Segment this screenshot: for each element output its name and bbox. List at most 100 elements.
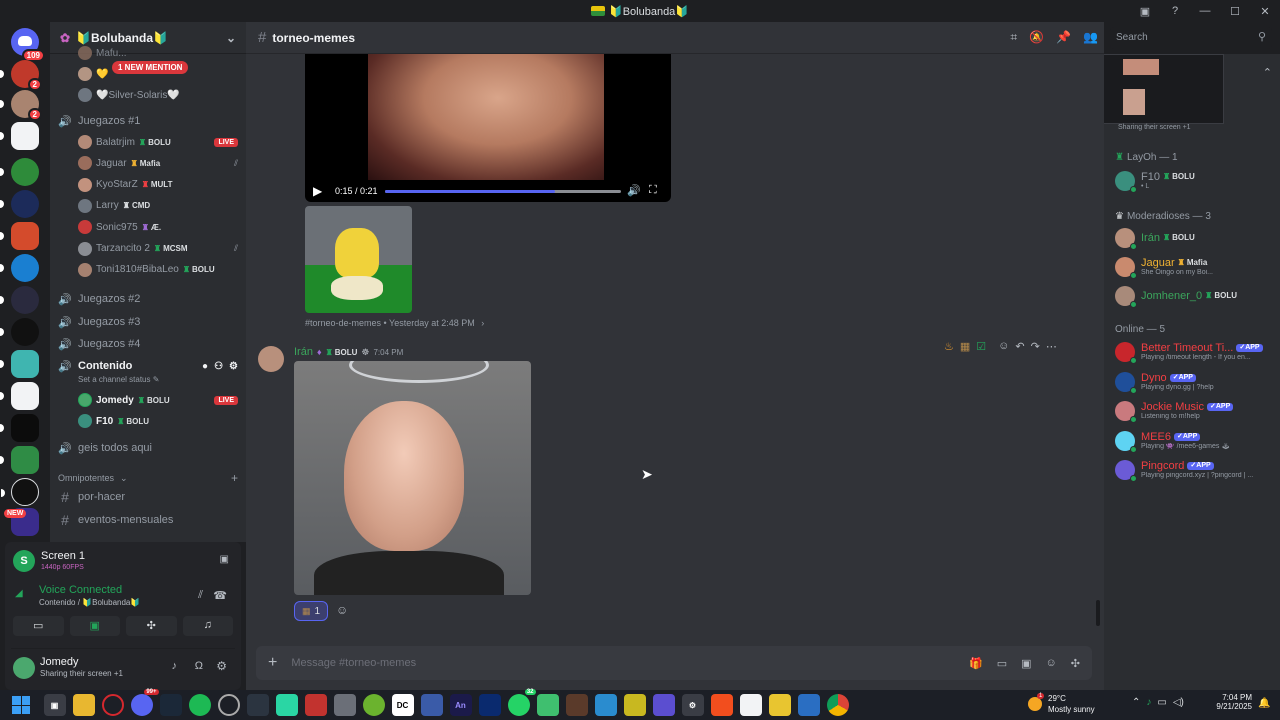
- app-icon[interactable]: [797, 694, 820, 716]
- opera-icon[interactable]: [101, 694, 124, 716]
- home-button[interactable]: 109: [11, 28, 45, 62]
- task-view-icon[interactable]: ▣: [43, 694, 66, 716]
- member-item[interactable]: F10 ♜ BOLU • L: [1115, 168, 1274, 194]
- voice-channel-geis[interactable]: 🔊 geis todos aqui: [58, 438, 238, 458]
- app-icon[interactable]: [246, 694, 269, 716]
- app-icon[interactable]: [304, 694, 327, 716]
- camera-icon[interactable]: ▭: [13, 616, 64, 636]
- member-item[interactable]: MEE6 ✓APP Playing 👾 /mee6-games 🕹: [1115, 428, 1274, 454]
- emoji-icon[interactable]: ☺: [1046, 657, 1057, 670]
- chat-icon[interactable]: ●: [202, 361, 208, 372]
- activities-icon[interactable]: ✣: [126, 616, 177, 636]
- image-attachment[interactable]: [294, 361, 531, 595]
- notifications-icon[interactable]: 🔕: [1029, 30, 1044, 45]
- threads-icon[interactable]: ⌗: [1010, 30, 1017, 45]
- server-icon[interactable]: [0, 190, 39, 218]
- app-icon[interactable]: [420, 694, 443, 716]
- voice-user[interactable]: Tarzancito 2 ♜ MCSM ⫽: [78, 240, 238, 258]
- gear-icon[interactable]: ⚙: [229, 361, 238, 372]
- server-icon[interactable]: [0, 318, 39, 346]
- scrollbar[interactable]: [1096, 600, 1100, 626]
- avatar[interactable]: [258, 346, 284, 372]
- volume-icon[interactable]: ◁): [1173, 697, 1184, 708]
- reaction-chip[interactable]: ▦ 1: [294, 601, 328, 621]
- voice-channel-contenido[interactable]: 🔊 Contenido ● ⚇ ⚙: [58, 356, 238, 376]
- member-list-icon[interactable]: 👥: [1083, 30, 1098, 45]
- search-input[interactable]: Search ⚲: [1110, 27, 1272, 49]
- app-icon[interactable]: [333, 694, 356, 716]
- app-icon[interactable]: [623, 694, 646, 716]
- voice-user[interactable]: Sonic975 ♜ Æ.: [78, 218, 238, 236]
- spotify-icon[interactable]: [188, 694, 211, 716]
- chrome-icon[interactable]: [826, 694, 849, 716]
- image-attachment[interactable]: [305, 206, 412, 313]
- play-icon[interactable]: ▶: [313, 184, 322, 198]
- server-icon[interactable]: [0, 414, 39, 442]
- invite-icon[interactable]: ⚇: [214, 361, 223, 372]
- gear-icon[interactable]: ⚙: [216, 659, 227, 673]
- gif-icon[interactable]: ▭: [997, 657, 1007, 670]
- maximize-button[interactable]: ☐: [1220, 5, 1250, 18]
- add-reaction-icon[interactable]: ☺: [336, 603, 348, 617]
- chevron-down-icon[interactable]: ⌄: [226, 31, 236, 45]
- clock[interactable]: 7:04 PM 9/21/2025: [1212, 693, 1252, 711]
- app-icon[interactable]: [565, 694, 588, 716]
- voice-channel-juegazos-2[interactable]: 🔊 Juegazos #2: [58, 289, 238, 309]
- server-icon[interactable]: [0, 382, 39, 410]
- settings-icon[interactable]: ⚙: [681, 694, 704, 716]
- help-icon[interactable]: ?: [1160, 5, 1190, 17]
- voice-channel-juegazos-4[interactable]: 🔊 Juegazos #4: [58, 334, 238, 354]
- weather-widget[interactable]: 1 29°C Mostly sunny: [1028, 693, 1108, 717]
- inbox-icon[interactable]: ▣: [1130, 5, 1160, 18]
- message-author[interactable]: Irán: [294, 346, 313, 358]
- server-icon[interactable]: [0, 350, 39, 378]
- figma-icon[interactable]: [710, 694, 733, 716]
- add-channel-icon[interactable]: +: [231, 471, 238, 485]
- app-icon[interactable]: [652, 694, 675, 716]
- voice-user[interactable]: Jaguar ♜ Mafia ⫽: [78, 154, 238, 172]
- app-icon[interactable]: [536, 694, 559, 716]
- message-composer[interactable]: + Message #torneo-memes 🎁 ▭ ▣ ☺ ✣: [256, 646, 1092, 680]
- category-omnipotentes[interactable]: Omnipotentes ⌄ +: [58, 468, 238, 488]
- voice-user[interactable]: F10 ♜ BOLU: [78, 412, 238, 430]
- voice-connected-text[interactable]: Voice Connected: [39, 584, 122, 596]
- soundboard-icon[interactable]: ♫: [182, 616, 233, 636]
- voice-user[interactable]: Mafu...: [78, 44, 238, 62]
- volume-icon[interactable]: 🔊: [627, 184, 641, 197]
- pin-icon[interactable]: 📌: [1056, 30, 1071, 45]
- notepad-icon[interactable]: [739, 694, 762, 716]
- text-channel-eventos-mensuales[interactable]: # eventos-mensuales: [58, 510, 238, 530]
- stream-preview[interactable]: [1104, 54, 1224, 124]
- new-mention-pill[interactable]: 1 NEW MENTION: [112, 61, 189, 74]
- voice-user[interactable]: 🤍Silver-Solaris🤍: [78, 86, 238, 104]
- server-icon[interactable]: [0, 222, 39, 250]
- server-icon[interactable]: 2: [0, 60, 42, 91]
- app-icon[interactable]: [362, 694, 385, 716]
- animate-icon[interactable]: An: [449, 694, 472, 716]
- avatar[interactable]: [13, 657, 35, 679]
- fullscreen-icon[interactable]: ⛶: [649, 184, 657, 197]
- member-item[interactable]: Better Timeout Ti... ✓APP Playing /timeout…: [1115, 339, 1274, 365]
- notification-bell-icon[interactable]: 🔔: [1258, 698, 1270, 709]
- video-embed[interactable]: ▶ 0:15 / 0:21 🔊 ⛶: [305, 54, 671, 202]
- close-button[interactable]: ✕: [1250, 5, 1280, 18]
- server-icon[interactable]: [0, 158, 39, 186]
- steam-icon[interactable]: [159, 694, 182, 716]
- message-input[interactable]: Message #torneo-memes: [291, 657, 416, 669]
- app-icon[interactable]: [217, 694, 240, 716]
- forward-info[interactable]: #torneo-de-memes • Yesterday at 2:48 PM …: [305, 318, 484, 328]
- member-item[interactable]: Dyno ✓APP Playing dyno.gg | ?help: [1115, 369, 1274, 395]
- server-icon[interactable]: 2: [0, 90, 42, 121]
- microphone-icon[interactable]: ♪: [172, 660, 178, 672]
- noise-suppression-icon[interactable]: ⫽: [198, 589, 203, 602]
- chevron-up-icon[interactable]: ⌃: [1132, 697, 1140, 708]
- discord-icon[interactable]: 99+: [130, 689, 159, 716]
- disconnect-icon[interactable]: ☎: [213, 589, 227, 602]
- server-icon[interactable]: [0, 286, 39, 314]
- whatsapp-icon[interactable]: 32: [507, 689, 536, 716]
- app-icon[interactable]: DC: [391, 694, 414, 716]
- app-icon[interactable]: [768, 694, 791, 716]
- voice-user[interactable]: Larry ♜ CMD: [78, 197, 238, 215]
- app-icon[interactable]: [478, 694, 501, 716]
- gift-icon[interactable]: 🎁: [969, 657, 983, 670]
